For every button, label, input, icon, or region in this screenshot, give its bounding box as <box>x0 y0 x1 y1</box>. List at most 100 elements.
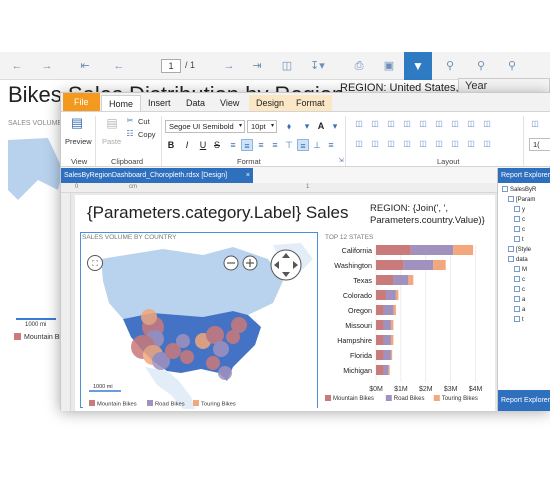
font-color-icon[interactable]: A <box>315 120 327 132</box>
pages-icon[interactable]: ▣ <box>382 59 396 73</box>
justify-icon[interactable]: ≡ <box>269 139 281 151</box>
explorer-tree-item[interactable]: c <box>514 216 525 223</box>
tab-file[interactable]: File <box>63 93 100 111</box>
top-states-chart[interactable]: TOP 12 STATES $0M $1M $2M $3M $4M California W… <box>322 231 494 409</box>
explorer-tree-item[interactable]: t <box>514 236 524 243</box>
font-color-dropdown-icon[interactable]: ▾ <box>329 120 341 132</box>
fill-color-icon[interactable]: ▾ <box>301 120 313 132</box>
vspace-remove-icon[interactable]: ◫ <box>465 138 477 150</box>
font-size-dropdown[interactable]: 10pt ▾ <box>247 120 277 133</box>
pan-control[interactable] <box>270 249 302 281</box>
explorer-tree-item[interactable]: y <box>514 206 525 213</box>
same-width-icon[interactable]: ◫ <box>449 118 461 130</box>
bold-icon[interactable]: B <box>165 139 177 151</box>
align-center-icon[interactable]: ≡ <box>241 139 253 151</box>
align-bottoms-icon[interactable]: ◫ <box>433 118 445 130</box>
italic-icon[interactable]: I <box>181 139 193 151</box>
preview-button[interactable]: Preview <box>65 137 92 146</box>
report-explorer-header[interactable]: Report Explorer <box>498 168 550 183</box>
hspace-increase-icon[interactable]: ◫ <box>369 138 381 150</box>
align-rights-icon[interactable]: ◫ <box>385 118 397 130</box>
zoom-in-button[interactable] <box>242 255 258 271</box>
explorer-tree-item[interactable]: M <box>514 266 527 273</box>
tab-insert[interactable]: Insert <box>141 95 178 111</box>
same-height-icon[interactable]: ◫ <box>465 118 477 130</box>
align-centers-icon[interactable]: ◫ <box>369 118 381 130</box>
zoom-control[interactable]: ⛶ <box>87 255 103 271</box>
explorer-tree-item[interactable]: c <box>514 286 525 293</box>
export-icon[interactable]: ↧▾ <box>310 59 325 73</box>
strikethrough-icon[interactable]: S <box>211 139 223 151</box>
align-left-icon[interactable]: ≡ <box>227 139 239 151</box>
explorer-tree-item[interactable]: data <box>508 256 528 263</box>
category-label: Washington <box>334 261 372 270</box>
paste-button[interactable]: Paste <box>102 137 121 146</box>
explorer-tree-item[interactable]: c <box>514 226 525 233</box>
align-right-icon[interactable]: ≡ <box>255 139 267 151</box>
filter-icon[interactable]: ▼ <box>404 52 432 80</box>
vspace-increase-icon[interactable]: ◫ <box>433 138 445 150</box>
tab-design[interactable]: Design <box>249 95 292 111</box>
valign-middle-icon[interactable]: ≡ <box>297 139 309 151</box>
explorer-tree-item[interactable]: c <box>514 276 525 283</box>
cut-button[interactable]: Cut <box>138 117 150 126</box>
snap-grid-icon[interactable]: ◫ <box>529 118 541 130</box>
font-family-dropdown[interactable]: Segoe UI Semibold ▾ <box>165 120 245 133</box>
close-icon[interactable]: × <box>246 168 250 183</box>
report-title-textbox[interactable]: {Parameters.category.Label} Sales <box>87 203 348 223</box>
same-size-icon[interactable]: ◫ <box>481 118 493 130</box>
align-tops-icon[interactable]: ◫ <box>401 118 413 130</box>
explorer-tree-item[interactable]: [Param <box>508 196 535 203</box>
copy-icon[interactable]: ☷ <box>124 128 136 140</box>
design-canvas: {Parameters.category.Label} Sales REGION… <box>71 193 497 411</box>
zoom-out-icon[interactable]: ⚲ <box>474 59 488 73</box>
explorer-tree-item[interactable]: t <box>514 316 524 323</box>
ribbon-separator <box>345 116 346 166</box>
category-label: Hampshire <box>337 336 372 345</box>
paste-icon[interactable]: ▤ <box>105 117 119 133</box>
last-page-icon[interactable]: ⇥ <box>250 59 264 73</box>
back-icon[interactable]: ← <box>10 59 24 73</box>
document-icon[interactable]: ◫ <box>280 59 294 73</box>
explorer-tree-item[interactable]: SalesByR <box>502 186 536 193</box>
hspace-equal-icon[interactable]: ◫ <box>353 138 365 150</box>
tab-format[interactable]: Format <box>289 95 332 111</box>
prev-page-icon[interactable]: ← <box>112 59 126 73</box>
x-tick-label: $3M <box>444 386 458 393</box>
align-lefts-icon[interactable]: ◫ <box>353 118 365 130</box>
valign-bottom-icon[interactable]: ⊥ <box>311 139 323 151</box>
hspace-remove-icon[interactable]: ◫ <box>401 138 413 150</box>
underline-icon[interactable]: U <box>197 139 209 151</box>
vspace-equal-icon[interactable]: ◫ <box>417 138 429 150</box>
vspace-decrease-icon[interactable]: ◫ <box>449 138 461 150</box>
explorer-tree-item[interactable]: a <box>514 306 525 313</box>
report-explorer-footer-tab[interactable]: Report Explorer <box>498 390 550 411</box>
x-tick-label: $1M <box>394 386 408 393</box>
first-page-icon[interactable]: ⇤ <box>78 59 92 73</box>
print-icon[interactable]: ⎙ <box>352 59 366 73</box>
next-page-icon[interactable]: → <box>222 59 236 73</box>
highlight-color-icon[interactable]: ⬧ <box>283 120 295 132</box>
zoom-out-button[interactable] <box>223 255 239 271</box>
page-number-input[interactable]: 1 <box>161 59 181 73</box>
valign-top-icon[interactable]: ⊤ <box>283 139 295 151</box>
tab-data[interactable]: Data <box>179 95 212 111</box>
search-icon[interactable]: ⚲ <box>443 59 457 73</box>
more-format-icon[interactable]: ≡ <box>325 139 337 151</box>
hspace-decrease-icon[interactable]: ◫ <box>385 138 397 150</box>
forward-icon[interactable]: → <box>40 59 54 73</box>
region-textbox[interactable]: REGION: {Join(', ', Parameters.country.V… <box>370 203 492 227</box>
cut-icon[interactable]: ✂ <box>124 115 136 127</box>
preview-icon[interactable]: ▤ <box>70 116 84 133</box>
explorer-tree-item[interactable]: [Style <box>508 246 531 253</box>
tab-home[interactable]: Home <box>101 95 142 111</box>
grid-size-field[interactable]: 1( <box>529 138 550 151</box>
document-tab[interactable]: SalesByRegionDashboard_Choropleth.rdsx [… <box>61 168 253 183</box>
explorer-tree-item[interactable]: a <box>514 296 525 303</box>
map-graphic: ⛶ 1000 mi Mountain Bikes Road Bikes Tour… <box>83 241 317 411</box>
zoom-in-icon[interactable]: ⚲ <box>505 59 519 73</box>
tab-view[interactable]: View <box>213 95 246 111</box>
copy-button[interactable]: Copy <box>138 130 156 139</box>
align-middles-icon[interactable]: ◫ <box>417 118 429 130</box>
bring-front-icon[interactable]: ◫ <box>481 138 493 150</box>
